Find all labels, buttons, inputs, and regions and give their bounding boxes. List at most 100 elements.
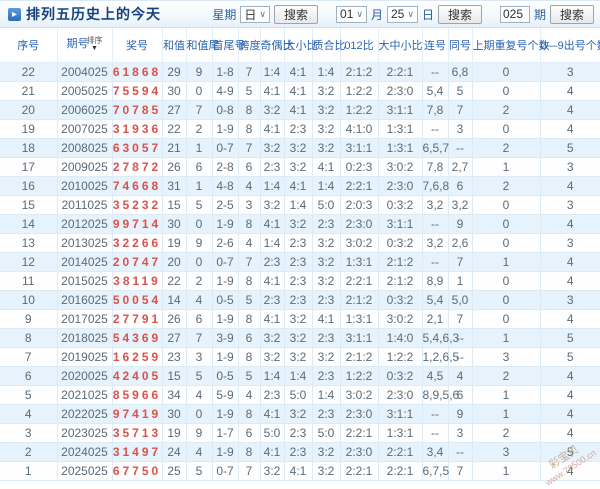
cell-big-small: 3:2 xyxy=(283,346,313,367)
col-digit-count: 0—9出号个数 xyxy=(539,28,600,63)
cell-digit-count: 3 xyxy=(539,61,600,82)
cell-big-mid-small: 0:3:2 xyxy=(377,289,423,310)
cell-sum-tail: 0 xyxy=(185,403,213,424)
cell-issue: 2008025 xyxy=(56,137,113,158)
cell-big-small: 2:3 xyxy=(283,270,313,291)
cell-odd-even: 2:3 xyxy=(259,251,285,272)
cell-sum: 21 xyxy=(161,137,187,158)
table-row: 4 2022025 97419 30 0 1-9 8 4:1 3:2 2:3 2:3:0 3:1:1-… xyxy=(0,403,600,424)
cell-big-small: 2:3 xyxy=(283,251,313,272)
cell-winning-number: 16259 xyxy=(111,346,163,367)
cell-span: 8 xyxy=(237,118,261,139)
cell-span: 7 xyxy=(237,251,261,272)
cell-odd-even: 4:1 xyxy=(259,308,285,329)
cell-serial: 14 xyxy=(0,213,58,234)
cell-odd-even: 4:1 xyxy=(259,118,285,139)
cell-min-max: 1-8 xyxy=(211,61,239,82)
table-row: 19 2007025 31936 22 2 1-9 8 4:1 2:3 3:2 4:1:0 1:3:1… xyxy=(0,118,600,139)
sort-control[interactable]: 排序 ▼ xyxy=(87,37,103,53)
week-search-button[interactable]: 搜索 xyxy=(274,4,319,24)
cell-big-mid-small: 2:2:1 xyxy=(377,460,423,481)
month-select[interactable]: 01 ∨ xyxy=(336,5,367,23)
cell-serial: 22 xyxy=(0,61,58,82)
cell-winning-number: 63057 xyxy=(111,137,163,158)
cell-issue: 2013025 xyxy=(56,232,113,253)
cell-sum-tail: 0 xyxy=(185,213,213,234)
cell-min-max: 5-9 xyxy=(211,384,239,405)
cell-big-mid-small: 2:1:2 xyxy=(377,251,423,272)
cell-odd-even: 2:3 xyxy=(259,289,285,310)
issue-search-button[interactable]: 搜索 xyxy=(549,4,594,24)
cell-repeat-count: 0 xyxy=(471,61,541,82)
cell-012-ratio: 3:1:1 xyxy=(339,137,379,158)
cell-big-small: 4:1 xyxy=(283,99,313,120)
table-row: 17 2009025 27872 26 6 2-8 6 2:3 3:2 4:1 0:2:3 3:0:2… xyxy=(0,156,600,177)
cell-serial: 21 xyxy=(0,80,58,101)
cell-sum: 15 xyxy=(161,365,187,386)
cell-winning-number: 61868 xyxy=(111,61,163,82)
cell-repeat-count: 2 xyxy=(471,175,541,196)
cell-digit-count: 3 xyxy=(539,289,600,310)
cell-same-number: 7 xyxy=(447,251,473,272)
cell-sum: 23 xyxy=(161,346,187,367)
cell-issue: 2018025 xyxy=(56,327,113,348)
cell-consecutive: 7,8 xyxy=(421,156,449,177)
cell-digit-count: 5 xyxy=(539,327,600,348)
cell-consecutive: 7,6,8 xyxy=(421,175,449,196)
day-select[interactable]: 25 ∨ xyxy=(386,5,418,23)
cell-issue: 2011025 xyxy=(56,194,113,215)
cell-digit-count: 4 xyxy=(539,99,600,120)
cell-min-max: 1-9 xyxy=(211,441,239,462)
cell-same-number: -- xyxy=(447,137,473,158)
cell-012-ratio: 4:1:0 xyxy=(339,118,379,139)
cell-digit-count: 4 xyxy=(539,118,600,139)
cell-digit-count: 3 xyxy=(539,156,600,177)
cell-sum: 24 xyxy=(161,441,187,462)
cell-big-small: 3:2 xyxy=(283,156,313,177)
cell-repeat-count: 1 xyxy=(471,384,541,405)
title-bar: ▸ 排列五历史上的今天 星期 日 ∨ 搜索 01 ∨ 月 25 ∨ 日 搜索 期… xyxy=(0,0,600,28)
cell-sum-tail: 5 xyxy=(185,460,213,481)
col-012-ratio: 012比 xyxy=(339,28,379,63)
cell-prime-composite: 3:2 xyxy=(311,251,341,272)
issue-label: 期 xyxy=(533,7,546,22)
table-row: 1 2025025 67750 25 5 0-7 7 3:2 4:1 3:2 2:2:1 2:2:1 6… xyxy=(0,460,600,481)
issue-input[interactable] xyxy=(499,5,530,23)
cell-winning-number: 85966 xyxy=(111,384,163,405)
cell-span: 8 xyxy=(237,403,261,424)
cell-consecutive: 2,1 xyxy=(421,308,449,329)
cell-prime-composite: 4:1 xyxy=(311,156,341,177)
date-search-button[interactable]: 搜索 xyxy=(437,4,482,24)
history-table: 序号 期号 排序 ▼ 奖号 和值 和值尾 首尾号 跨度 奇偶比 大小比 质合比 … xyxy=(0,28,600,481)
month-select-value: 01 xyxy=(340,7,354,21)
cell-serial: 18 xyxy=(0,137,58,158)
cell-012-ratio: 3:0:2 xyxy=(339,384,379,405)
cell-serial: 17 xyxy=(0,156,58,177)
cell-odd-even: 1:4 xyxy=(259,365,285,386)
cell-sum: 30 xyxy=(161,213,187,234)
cell-repeat-count: 0 xyxy=(471,80,541,101)
cell-big-mid-small: 2:3:0 xyxy=(377,175,423,196)
cell-sum: 26 xyxy=(161,156,187,177)
cell-consecutive: 5,4 xyxy=(421,289,449,310)
cell-odd-even: 2:3 xyxy=(259,156,285,177)
cell-prime-composite: 4:1 xyxy=(311,308,341,329)
col-repeat-count: 上期重复号个数 xyxy=(471,28,550,63)
cell-min-max: 0-7 xyxy=(211,460,239,481)
cell-sum-tail: 1 xyxy=(185,137,213,158)
cell-big-small: 2:3 xyxy=(283,441,313,462)
cell-consecutive: 8,9 xyxy=(421,270,449,291)
cell-issue: 2021025 xyxy=(56,384,113,405)
cell-span: 8 xyxy=(237,99,261,120)
cell-min-max: 0-7 xyxy=(211,137,239,158)
cell-winning-number: 70785 xyxy=(111,99,163,120)
cell-prime-composite: 3:2 xyxy=(311,118,341,139)
week-select[interactable]: 日 ∨ xyxy=(240,5,270,23)
table-row: 20 2006025 70785 27 7 0-8 8 3:2 4:1 3:2 1:2:2 3:1:1… xyxy=(0,99,600,120)
cell-sum: 27 xyxy=(161,327,187,348)
cell-min-max: 1-9 xyxy=(211,403,239,424)
cell-sum: 22 xyxy=(161,270,187,291)
cell-big-mid-small: 2:3:0 xyxy=(377,384,423,405)
cell-min-max: 0-5 xyxy=(211,365,239,386)
cell-012-ratio: 2:2:1 xyxy=(339,175,379,196)
